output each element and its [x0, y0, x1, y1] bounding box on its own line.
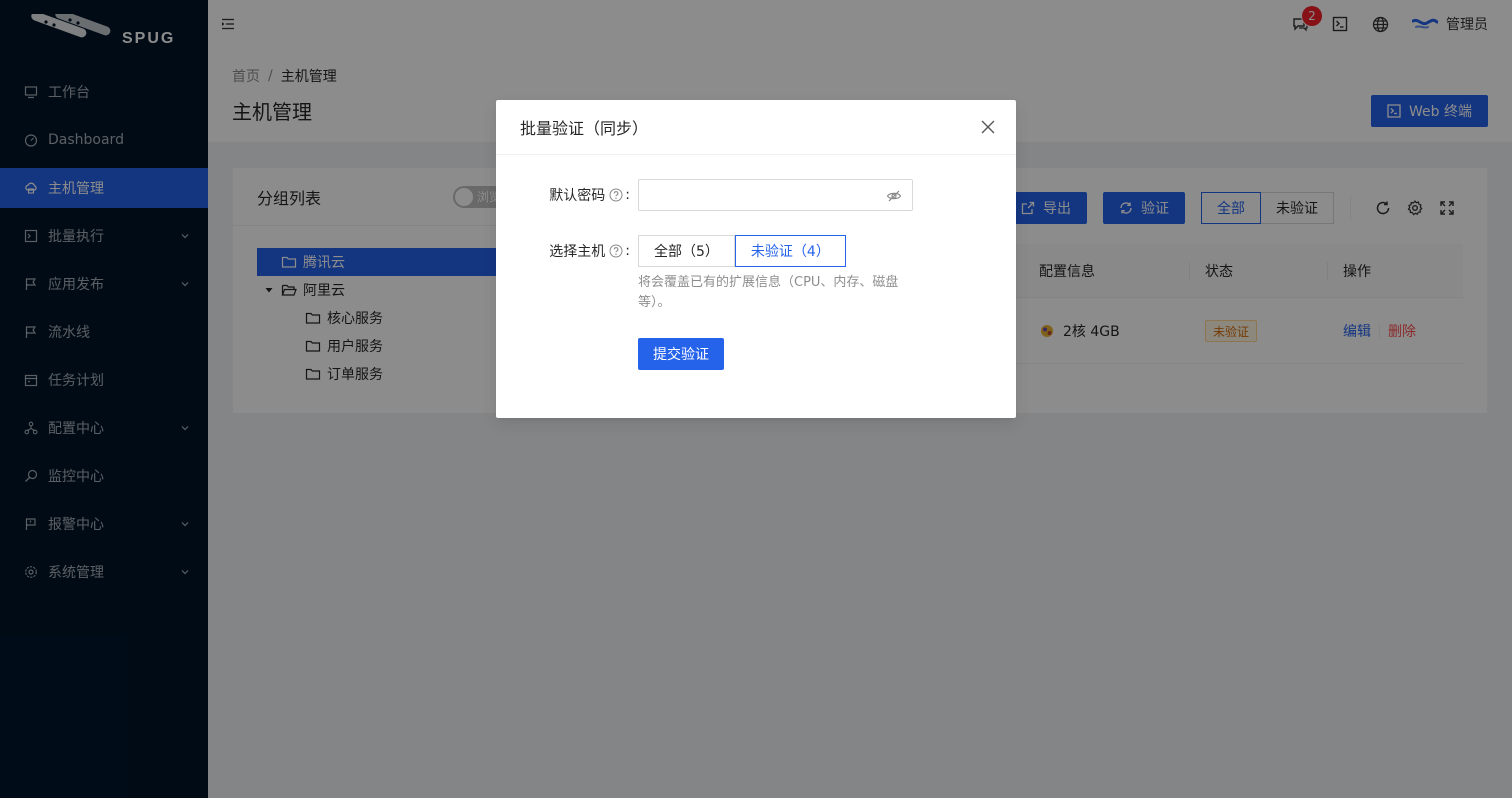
host-select-row: 选择主机 : 全部（5） 未验证（4） 将会覆盖已有的扩展信息（CPU、内存、磁…	[496, 235, 1016, 313]
host-scope-all[interactable]: 全部（5）	[638, 235, 735, 267]
label-colon: :	[625, 243, 630, 259]
close-icon	[981, 120, 995, 134]
password-label-wrap: 默认密码 :	[496, 179, 638, 211]
password-field[interactable]	[638, 179, 913, 211]
modal-close-button[interactable]	[976, 115, 1000, 139]
submit-verify-button[interactable]: 提交验证	[638, 338, 724, 370]
label-colon: :	[625, 187, 630, 203]
password-label: 默认密码	[549, 188, 606, 204]
host-scope-radio: 全部（5） 未验证（4）	[638, 235, 908, 267]
host-select-hint: 将会覆盖已有的扩展信息（CPU、内存、磁盘等）。	[638, 275, 899, 310]
question-circle-icon[interactable]	[609, 244, 623, 258]
batch-verify-modal: 批量验证（同步） 默认密码 : 选择主机 : 全部（5） 未验证（4） 将会覆盖…	[496, 100, 1016, 418]
host-select-control: 全部（5） 未验证（4） 将会覆盖已有的扩展信息（CPU、内存、磁盘等）。	[638, 235, 908, 313]
eye-invisible-icon[interactable]	[886, 188, 902, 204]
host-label: 选择主机	[549, 244, 606, 260]
modal-title: 批量验证（同步）	[520, 119, 649, 138]
modal-header: 批量验证（同步）	[496, 100, 1016, 155]
password-row: 默认密码 :	[496, 179, 1016, 211]
password-input[interactable]	[639, 180, 912, 210]
host-label-wrap: 选择主机 :	[496, 235, 638, 267]
question-circle-icon[interactable]	[609, 188, 623, 202]
host-scope-unverified[interactable]: 未验证（4）	[734, 235, 846, 267]
